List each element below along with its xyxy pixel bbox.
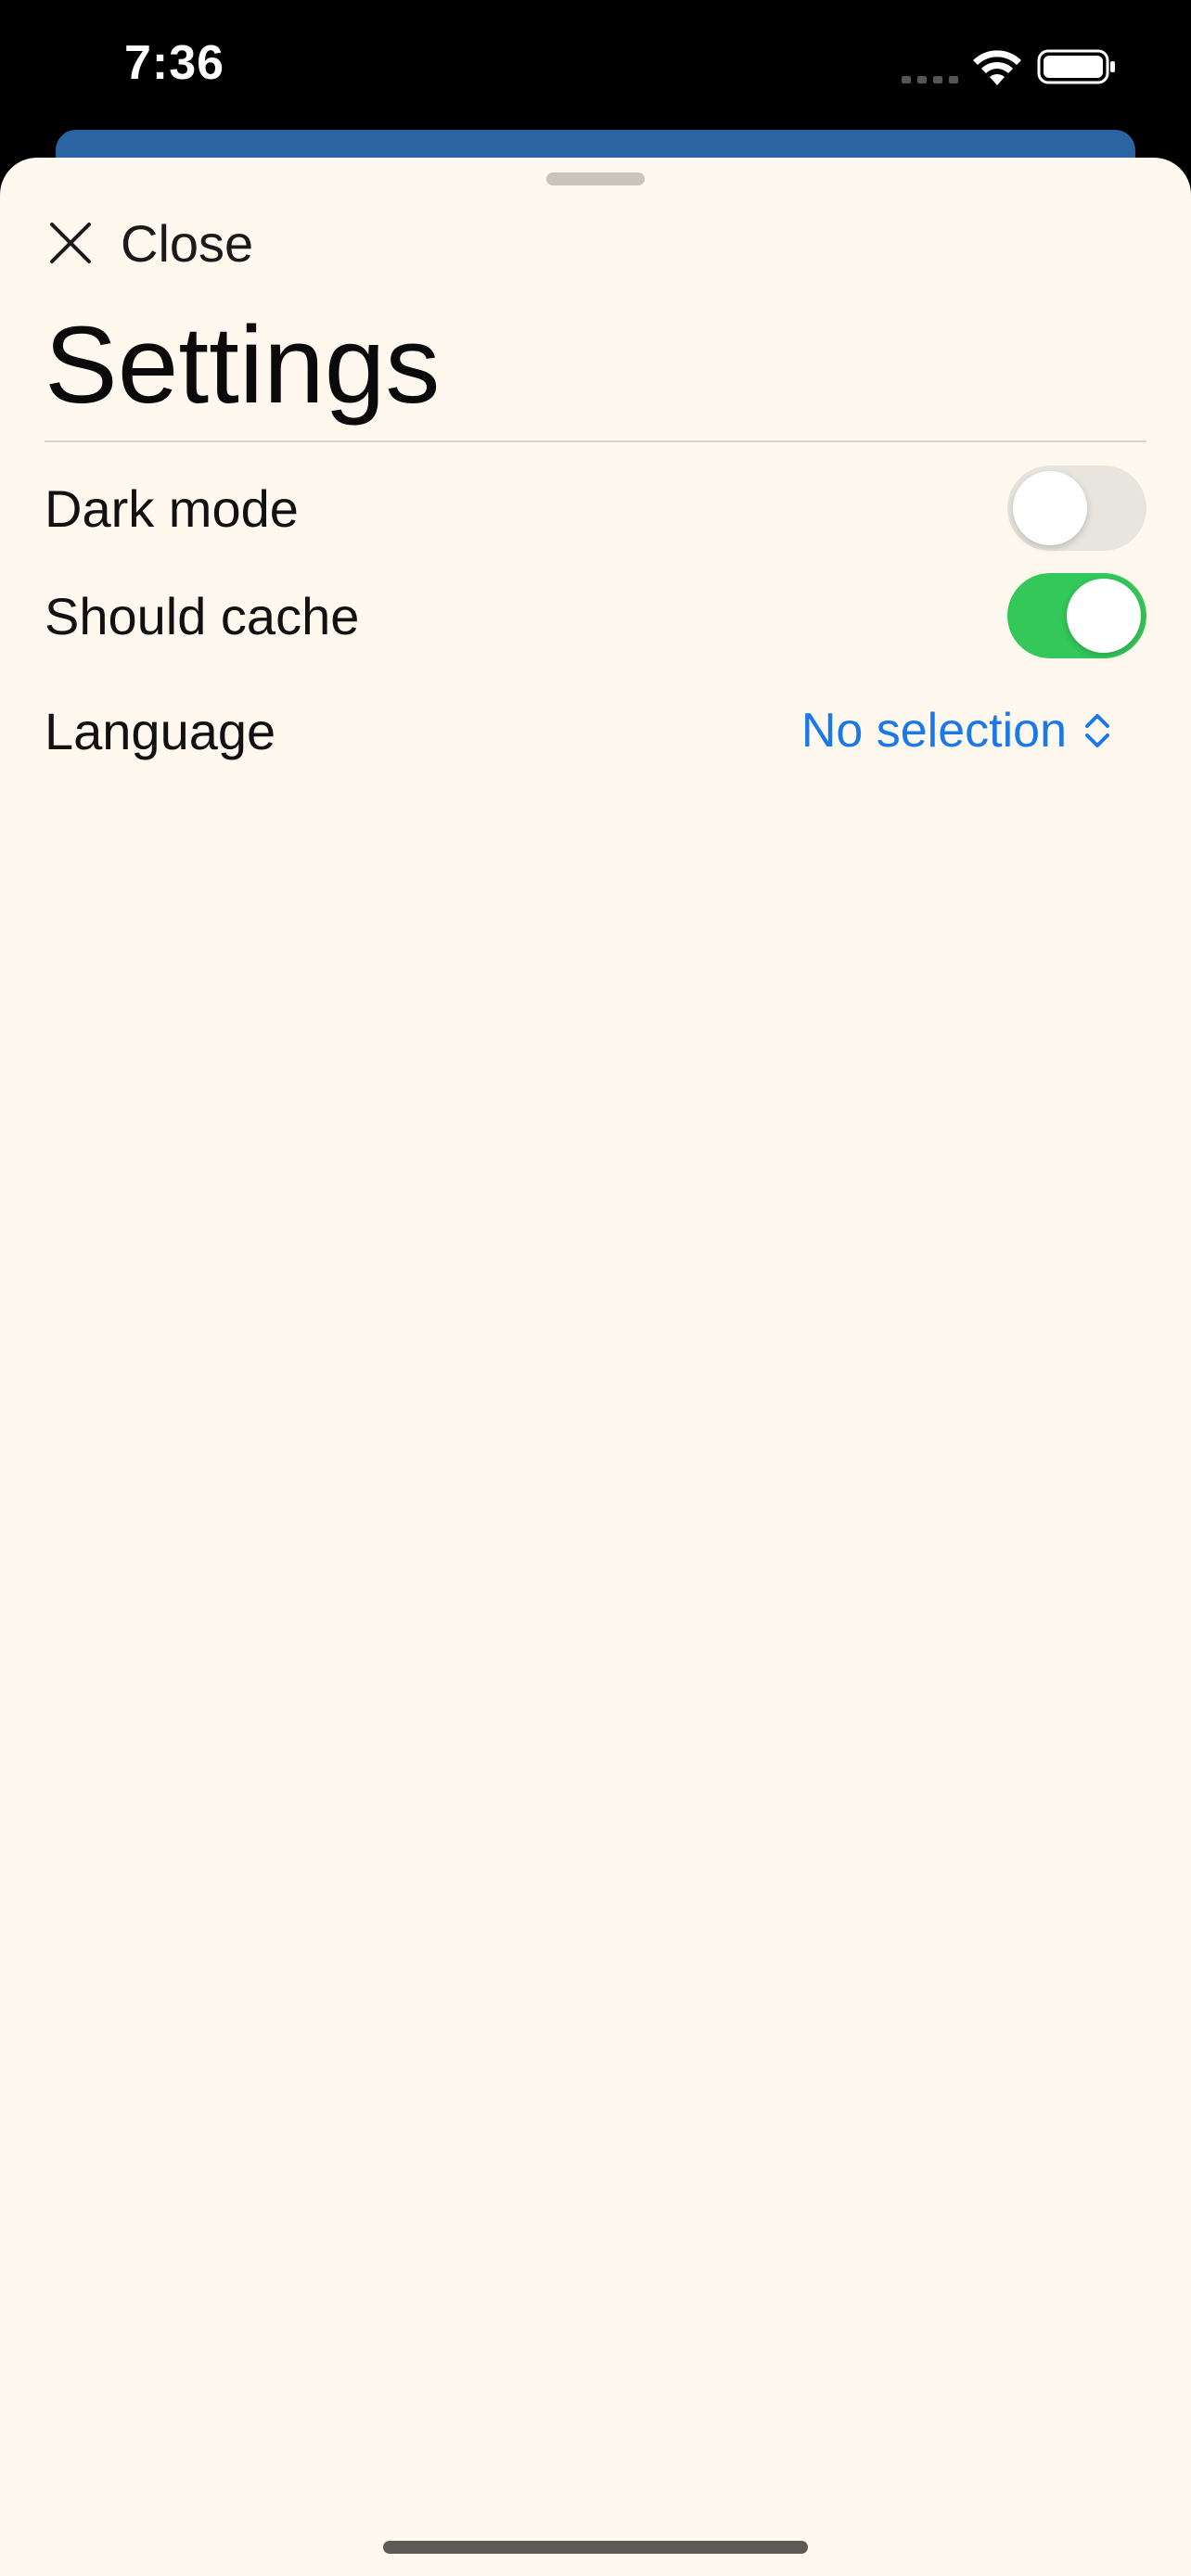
dark-mode-toggle[interactable]	[1007, 465, 1146, 551]
wifi-icon	[973, 50, 1021, 85]
status-bar: 7:36	[0, 0, 1191, 139]
close-button[interactable]: Close	[45, 206, 253, 280]
close-icon	[50, 223, 91, 263]
toggle-knob	[1013, 471, 1087, 545]
page-title: Settings	[45, 304, 441, 427]
toggle-knob	[1067, 579, 1141, 653]
status-time: 7:36	[124, 36, 225, 90]
home-indicator[interactable]	[383, 2541, 808, 2554]
setting-row-dark-mode: Dark mode	[45, 462, 1146, 555]
app-screen: 7:36 Close Settings Dark mode Should cac…	[0, 0, 1191, 2576]
battery-icon	[1037, 49, 1115, 84]
language-picker[interactable]: No selection	[801, 703, 1113, 759]
dark-mode-label: Dark mode	[45, 478, 299, 538]
setting-row-should-cache: Should cache	[45, 569, 1146, 662]
chevron-updown-icon	[1085, 714, 1109, 747]
should-cache-toggle[interactable]	[1007, 573, 1146, 658]
sheet-grabber[interactable]	[546, 172, 645, 185]
title-divider	[45, 440, 1146, 442]
cellular-signal-icon	[902, 76, 958, 83]
should-cache-label: Should cache	[45, 586, 360, 645]
language-label: Language	[45, 701, 276, 760]
settings-sheet: Close Settings Dark mode Should cache La…	[0, 158, 1191, 2576]
close-label: Close	[121, 213, 254, 273]
language-picker-value: No selection	[800, 704, 1067, 758]
setting-row-language: Language No selection	[45, 684, 1146, 777]
